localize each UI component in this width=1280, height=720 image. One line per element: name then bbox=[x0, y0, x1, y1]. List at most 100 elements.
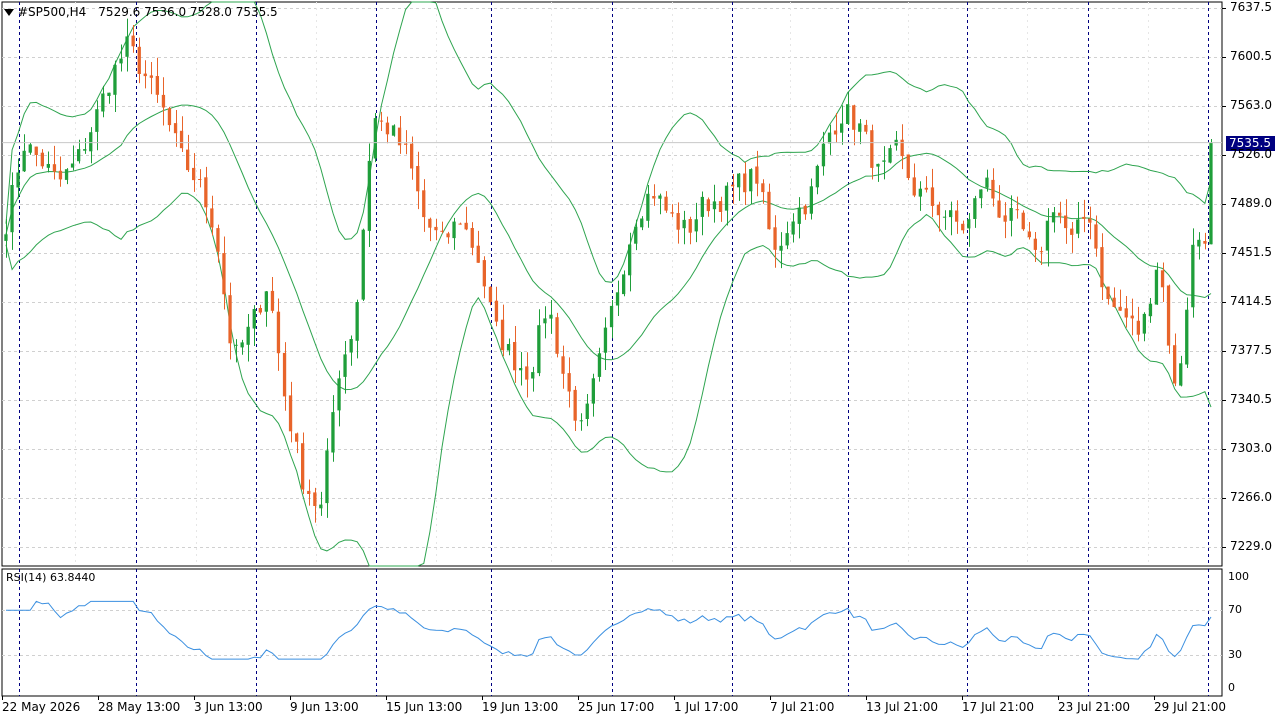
bull-candle bbox=[682, 219, 686, 229]
time-axis-label: 17 Jul 21:00 bbox=[962, 700, 1034, 714]
bear-candle bbox=[137, 46, 141, 74]
bear-candle bbox=[161, 94, 166, 108]
bear-candle bbox=[470, 228, 474, 248]
bull-candle bbox=[252, 309, 256, 329]
bull-candle bbox=[531, 372, 535, 379]
bear-candle bbox=[446, 233, 450, 238]
bull-candle bbox=[113, 64, 117, 95]
bear-candle bbox=[270, 290, 275, 311]
bear-candle bbox=[1027, 231, 1031, 238]
bull-candle bbox=[349, 339, 353, 353]
bear-candle bbox=[440, 230, 444, 232]
bear-candle bbox=[652, 196, 656, 199]
rsi-header: RSI(14) 63.8440 bbox=[6, 571, 96, 584]
price-axis-label: 7526.0 bbox=[1230, 147, 1272, 161]
bull-candle bbox=[815, 165, 819, 188]
bear-candle bbox=[870, 130, 874, 168]
bear-candle bbox=[458, 223, 462, 225]
chart-window[interactable]: #SP500,H4 7529.6 7536.0 7528.0 7535.5 RS… bbox=[0, 0, 1280, 720]
bear-candle bbox=[422, 190, 426, 218]
price-axis-label: 7229.0 bbox=[1230, 539, 1272, 553]
bull-candle bbox=[537, 325, 541, 374]
bull-candle bbox=[942, 216, 947, 218]
bull-candle bbox=[101, 93, 105, 112]
bull-candle bbox=[585, 403, 589, 419]
bear-candle bbox=[1166, 285, 1171, 346]
bear-candle bbox=[179, 130, 184, 149]
bear-candle bbox=[664, 196, 668, 211]
price-axis-label: 7563.0 bbox=[1230, 98, 1272, 112]
bull-candle bbox=[107, 92, 111, 96]
bull-candle bbox=[1154, 269, 1159, 305]
bull-candle bbox=[876, 163, 880, 167]
bear-candle bbox=[864, 124, 868, 132]
bull-candle bbox=[979, 189, 983, 199]
chevron-down-icon[interactable] bbox=[4, 8, 14, 16]
bear-candle bbox=[295, 433, 299, 442]
bull-candle bbox=[83, 149, 87, 151]
bear-candle bbox=[494, 300, 499, 322]
bear-candle bbox=[1058, 212, 1062, 216]
bear-candle bbox=[1136, 320, 1140, 335]
bull-candle bbox=[70, 163, 75, 168]
bear-candle bbox=[961, 223, 965, 231]
bear-candle bbox=[428, 218, 432, 228]
bull-candle bbox=[749, 169, 753, 192]
ohlc-values: 7529.6 7536.0 7528.0 7535.5 bbox=[98, 5, 278, 19]
bull-candle bbox=[1009, 208, 1013, 221]
rsi-axis-label: 70 bbox=[1228, 603, 1242, 616]
bear-candle bbox=[1112, 297, 1116, 307]
bear-candle bbox=[912, 177, 916, 196]
bull-candle bbox=[779, 245, 783, 251]
time-axis-label: 29 Jul 21:00 bbox=[1154, 700, 1226, 714]
bear-candle bbox=[688, 219, 692, 233]
bear-candle bbox=[1106, 286, 1110, 300]
bear-candle bbox=[155, 76, 159, 95]
bull-candle bbox=[827, 132, 832, 144]
bull-candle bbox=[373, 118, 377, 159]
bear-candle bbox=[1124, 308, 1128, 318]
bear-candle bbox=[482, 260, 486, 287]
bear-candle bbox=[706, 199, 710, 212]
bull-candle bbox=[1148, 303, 1153, 317]
bull-candle bbox=[77, 149, 81, 162]
bull-candle bbox=[985, 177, 989, 188]
price-chart[interactable] bbox=[0, 0, 1280, 720]
bear-candle bbox=[58, 170, 63, 180]
bull-candle bbox=[646, 193, 650, 221]
bear-candle bbox=[385, 122, 390, 135]
bear-candle bbox=[282, 352, 287, 397]
bull-candle bbox=[858, 123, 862, 132]
bollinger-middle bbox=[5, 104, 1212, 391]
bear-candle bbox=[258, 308, 262, 313]
bear-candle bbox=[573, 389, 577, 421]
bear-candle bbox=[1130, 315, 1134, 319]
time-axis-label: 15 Jun 13:00 bbox=[386, 700, 463, 714]
time-axis-label: 1 Jul 17:00 bbox=[674, 700, 739, 714]
bear-candle bbox=[555, 317, 559, 354]
bear-candle bbox=[991, 179, 995, 199]
bull-candle bbox=[609, 305, 614, 328]
bull-candle bbox=[797, 207, 801, 224]
time-axis-label: 22 May 2026 bbox=[2, 700, 81, 714]
bear-candle bbox=[1160, 270, 1165, 288]
bear-candle bbox=[1064, 215, 1068, 229]
bull-candle bbox=[95, 109, 99, 132]
bull-candle bbox=[337, 378, 341, 411]
bear-candle bbox=[313, 492, 317, 506]
bear-candle bbox=[924, 187, 928, 190]
bull-candle bbox=[785, 233, 789, 246]
time-axis-label: 3 Jun 13:00 bbox=[194, 700, 263, 714]
bull-candle bbox=[22, 150, 26, 172]
time-axis-label: 7 Jul 21:00 bbox=[770, 700, 835, 714]
price-axis-label: 7377.5 bbox=[1230, 343, 1272, 357]
bear-candle bbox=[204, 177, 208, 208]
bear-candle bbox=[1039, 251, 1044, 253]
bear-candle bbox=[1203, 241, 1207, 244]
bear-candle bbox=[476, 245, 480, 263]
bear-candle bbox=[1088, 218, 1092, 223]
bull-candle bbox=[355, 302, 359, 341]
bull-candle bbox=[89, 132, 93, 152]
bear-candle bbox=[288, 395, 293, 432]
bull-candle bbox=[519, 368, 523, 371]
